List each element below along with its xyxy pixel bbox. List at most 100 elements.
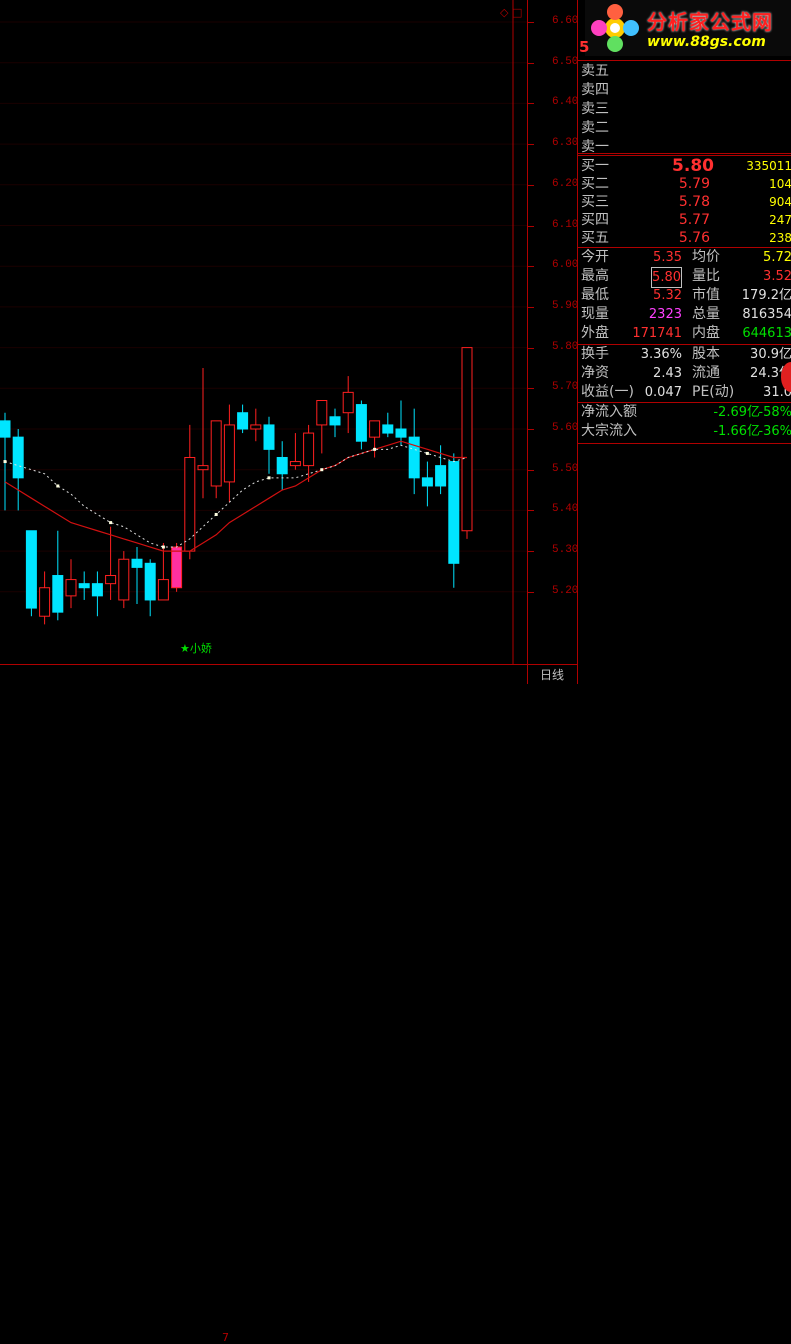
stat-label: 最低 xyxy=(581,287,609,303)
candle-body-up xyxy=(157,579,169,601)
price-axis-tick xyxy=(528,429,534,430)
flow-row: 净流入额 -2.69亿 -58% xyxy=(578,403,791,422)
stat-label: 收益(一) xyxy=(581,384,634,400)
buy-volume: 335011 xyxy=(746,159,791,173)
price-axis-label: 5.80 xyxy=(552,340,579,353)
ma-marker xyxy=(320,468,324,472)
price-axis-tick xyxy=(528,347,534,349)
candle-body-down xyxy=(144,562,156,601)
stat-label: 市值 xyxy=(692,287,720,303)
sell-label: 卖四 xyxy=(581,82,609,98)
candle-body-up xyxy=(184,456,196,552)
kline-chart-area[interactable] xyxy=(0,0,527,664)
stat-value: 0.047 xyxy=(644,385,682,400)
stat-value: 5.80 xyxy=(651,267,682,288)
buy-price: 5.80 xyxy=(672,156,714,176)
buy-row[interactable]: 买三 5.78 904 xyxy=(578,193,791,212)
panel-separator xyxy=(578,153,791,154)
panel-separator xyxy=(578,443,791,444)
price-axis-label: 6.60 xyxy=(552,15,579,27)
buy-price: 5.76 xyxy=(678,230,710,246)
stat-label: 最高 xyxy=(581,268,609,284)
stat-label: 换手 xyxy=(581,346,609,362)
buy-row[interactable]: 买一 5.80 335011 xyxy=(578,157,791,176)
ma-marker xyxy=(161,545,165,549)
stat-label: 现量 xyxy=(581,306,609,322)
candle-body-down xyxy=(12,436,24,479)
candle-body-down xyxy=(276,456,288,475)
ma-marker xyxy=(425,451,429,455)
buy-volume: 238 xyxy=(769,231,791,245)
candle-body-up xyxy=(223,424,235,483)
stat-label: 内盘 xyxy=(692,325,720,341)
kline-chart[interactable] xyxy=(0,0,527,664)
stats-row: 换手 3.36% 股本 30.9亿 xyxy=(578,345,791,364)
stat-label: 外盘 xyxy=(581,325,609,341)
stat-value: 3.52 xyxy=(763,269,791,284)
sell-label: 卖五 xyxy=(581,63,609,79)
candle-body-down xyxy=(329,416,341,426)
price-axis-tick xyxy=(528,22,534,23)
moving-average-short xyxy=(4,444,468,548)
flow-percent: -36% xyxy=(758,424,791,439)
stat-label: 流通 xyxy=(692,365,720,381)
bottom-toolbar[interactable]: 7 xyxy=(0,664,527,1344)
stat-value: 2.43 xyxy=(653,366,682,381)
candle-body-up xyxy=(369,420,381,438)
stat-value: 179.2亿 xyxy=(741,288,791,303)
sell-row[interactable]: 卖二 xyxy=(578,119,791,138)
flow-label: 净流入额 xyxy=(581,404,637,420)
buy-label: 买三 xyxy=(581,194,609,210)
sell-row[interactable]: 卖三 xyxy=(578,100,791,119)
stat-label: 均价 xyxy=(692,249,720,265)
candle-body-down xyxy=(408,436,420,479)
buy-row[interactable]: 买二 5.79 104 xyxy=(578,175,791,194)
chart-toolbar-icons[interactable]: ◇ □ xyxy=(500,6,522,19)
price-axis-tick xyxy=(528,551,534,553)
stock-code-label: 5 xyxy=(579,38,590,56)
price-axis-tick xyxy=(528,266,534,268)
price-axis-label: 5.90 xyxy=(552,299,579,312)
candle-body-up xyxy=(303,432,315,467)
price-axis-tick xyxy=(528,388,534,390)
stat-value: 816354 xyxy=(742,307,791,322)
candle-body-up xyxy=(250,424,262,430)
ma-marker xyxy=(267,476,271,480)
candle-body-up xyxy=(39,587,51,617)
stat-value: 5.72 xyxy=(763,250,791,265)
stat-label: PE(动) xyxy=(692,384,735,400)
buy-row[interactable]: 买五 5.76 238 xyxy=(578,229,791,248)
price-axis-tick xyxy=(528,225,534,227)
ma-marker xyxy=(56,484,60,488)
price-axis-label: 6.40 xyxy=(552,96,579,109)
price-axis-tick xyxy=(528,306,534,308)
candle-body-down xyxy=(78,583,90,589)
stats-row: 最低 5.32 市值 179.2亿 xyxy=(578,286,791,305)
bottom-number: 7 xyxy=(222,1331,229,1344)
candle-body-down xyxy=(263,424,275,450)
sell-row[interactable]: 卖四 xyxy=(578,81,791,100)
flow-percent: -58% xyxy=(758,405,791,420)
price-axis-tick xyxy=(528,62,534,64)
buy-label: 买四 xyxy=(581,212,609,228)
period-label[interactable]: 日线 xyxy=(527,664,577,685)
sell-row[interactable]: 卖五 xyxy=(578,62,791,81)
candle-body-down xyxy=(382,424,394,434)
buy-volume: 104 xyxy=(769,177,791,191)
candle-body-down xyxy=(448,461,460,564)
stat-label: 净资 xyxy=(581,365,609,381)
quote-panel: 卖五 卖四 卖三 卖二 卖一 买一 5.80 335011 买二 5.79 104 买三 5.78 904… xyxy=(577,0,791,684)
price-axis-tick xyxy=(528,469,534,471)
stat-label: 量比 xyxy=(692,268,720,284)
buy-price: 5.79 xyxy=(678,176,710,192)
candle-body-up xyxy=(197,465,209,471)
candle-body-down xyxy=(52,575,64,613)
price-axis-label: 5.40 xyxy=(552,503,579,516)
stat-value: 30.9亿 xyxy=(750,347,791,362)
flow-value: -1.66亿 xyxy=(713,424,760,439)
stat-label: 股本 xyxy=(692,346,720,362)
buy-row[interactable]: 买四 5.77 247 xyxy=(578,211,791,230)
price-axis-label: 6.00 xyxy=(552,259,579,272)
stat-value: 644613 xyxy=(742,326,791,341)
price-axis: 6.60 6.50 6.40 6.30 6.20 6.10 6.00 5.90 5.80 5.70… xyxy=(527,0,578,684)
